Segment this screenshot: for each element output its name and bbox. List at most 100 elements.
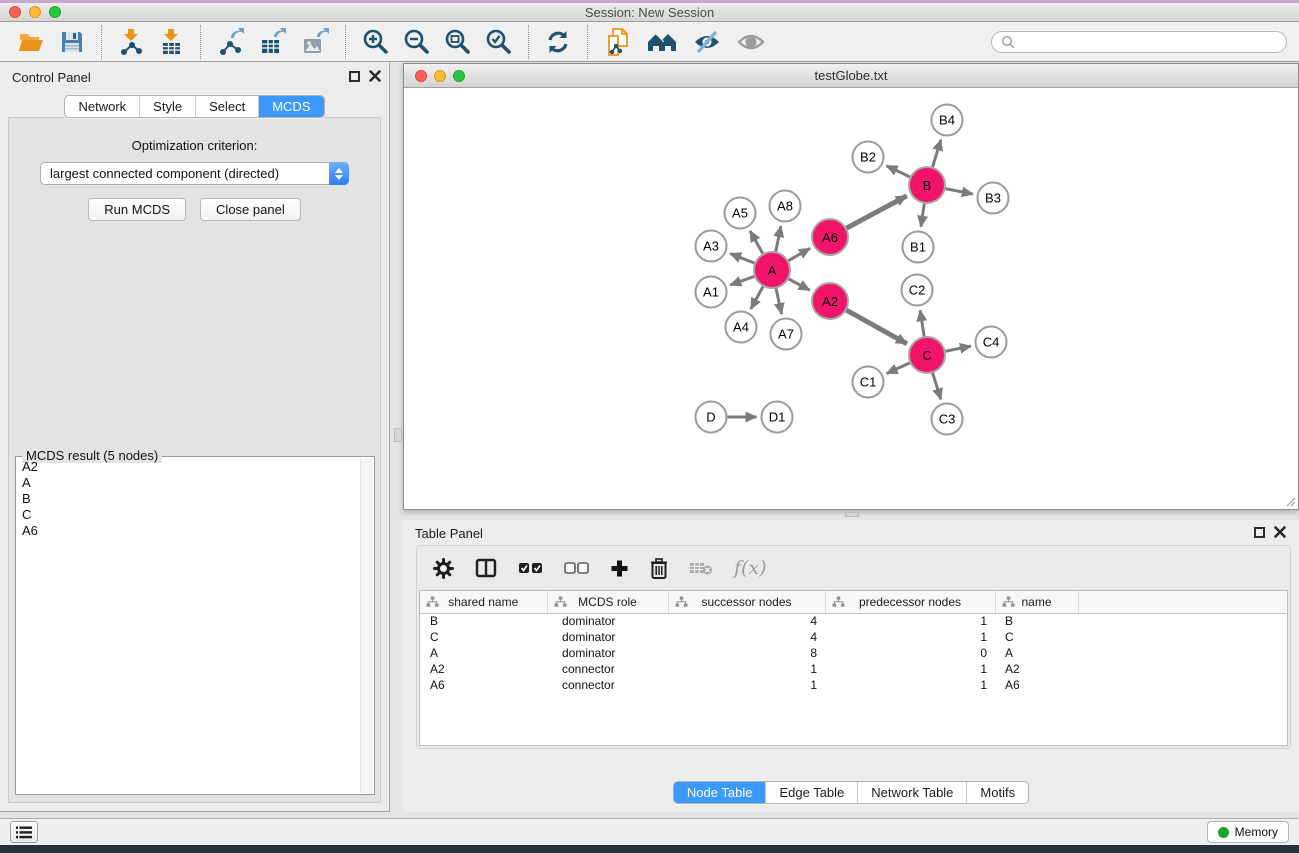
table-cell[interactable]: 1 — [825, 629, 995, 645]
zoom-fit-button[interactable] — [444, 26, 471, 58]
zoom-out-button[interactable] — [403, 26, 430, 58]
open-session-button[interactable] — [17, 26, 45, 58]
graph-node-A4[interactable]: A4 — [725, 311, 758, 344]
graph-node-A1[interactable]: A1 — [695, 276, 728, 309]
table-cell[interactable]: dominator — [547, 645, 668, 661]
tab-style[interactable]: Style — [139, 96, 195, 117]
splitter-handle[interactable] — [394, 428, 402, 442]
panel-list-button[interactable] — [10, 821, 38, 843]
graph-node-C4[interactable]: C4 — [975, 326, 1008, 359]
search-box[interactable] — [991, 31, 1287, 53]
mcds-result-item[interactable]: B — [17, 491, 359, 507]
table-cell[interactable]: A — [995, 645, 1078, 661]
select-all-button[interactable] — [518, 555, 543, 581]
search-input[interactable] — [1015, 34, 1277, 49]
memory-button[interactable]: Memory — [1207, 821, 1289, 843]
table-cell[interactable]: A6 — [995, 677, 1078, 693]
close-mcds-panel-button[interactable]: Close panel — [200, 198, 301, 221]
table-cell[interactable]: connector — [547, 661, 668, 677]
table-cell[interactable]: B — [995, 613, 1078, 629]
close-panel-icon[interactable] — [369, 70, 381, 82]
float-panel-icon[interactable] — [1254, 527, 1265, 538]
tab-network[interactable]: Network — [65, 96, 139, 117]
table-cell[interactable]: 1 — [825, 677, 995, 693]
table-cell[interactable]: 1 — [825, 613, 995, 629]
graph-node-A7[interactable]: A7 — [770, 318, 803, 351]
function-builder-button[interactable]: f(x) — [734, 555, 767, 581]
zoom-in-button[interactable] — [362, 26, 389, 58]
table-row[interactable]: Adominator80A — [420, 645, 1287, 661]
tab-node-table[interactable]: Node Table — [674, 782, 766, 803]
column-header-shared-name[interactable]: shared name — [420, 591, 547, 613]
mcds-result-item[interactable]: A — [17, 475, 359, 491]
table-cell[interactable]: 4 — [668, 629, 825, 645]
table-cell[interactable]: C — [995, 629, 1078, 645]
graph-node-D[interactable]: D — [695, 401, 728, 434]
column-header-predecessor-nodes[interactable]: predecessor nodes — [825, 591, 995, 613]
graph-node-B1[interactable]: B1 — [902, 231, 935, 264]
criterion-select[interactable]: largest connected component (directed) — [40, 162, 349, 185]
copy-network-button[interactable] — [604, 26, 632, 58]
table-settings-button[interactable] — [433, 555, 454, 581]
network-window-titlebar[interactable]: testGlobe.txt — [404, 64, 1298, 88]
table-cell[interactable]: 1 — [668, 661, 825, 677]
tab-select[interactable]: Select — [195, 96, 258, 117]
mcds-result-item[interactable]: A6 — [17, 523, 359, 539]
table-row[interactable]: A2connector11A2 — [420, 661, 1287, 677]
column-header-MCDS-role[interactable]: MCDS role — [547, 591, 668, 613]
graph-node-C2[interactable]: C2 — [901, 274, 934, 307]
table-cell[interactable]: A6 — [420, 677, 547, 693]
graph-node-C[interactable]: C — [908, 336, 946, 374]
node-table-container[interactable]: shared nameMCDS rolesuccessor nodesprede… — [419, 590, 1288, 746]
export-network-button[interactable] — [217, 26, 245, 58]
graph-node-B[interactable]: B — [908, 166, 946, 204]
export-image-button[interactable] — [301, 26, 329, 58]
graph-node-A6[interactable]: A6 — [811, 218, 849, 256]
tab-mcds[interactable]: MCDS — [258, 96, 323, 117]
table-row[interactable]: Cdominator41C — [420, 629, 1287, 645]
graph-node-C1[interactable]: C1 — [852, 366, 885, 399]
table-cell[interactable]: 0 — [825, 645, 995, 661]
delete-table-button[interactable] — [689, 555, 713, 581]
table-cell[interactable]: C — [420, 629, 547, 645]
graph-node-A2[interactable]: A2 — [811, 282, 849, 320]
splitter-handle[interactable] — [845, 512, 859, 517]
graph-node-A[interactable]: A — [753, 251, 791, 289]
column-header-successor-nodes[interactable]: successor nodes — [668, 591, 825, 613]
graph-node-B4[interactable]: B4 — [931, 104, 964, 137]
table-cell[interactable]: 4 — [668, 613, 825, 629]
run-mcds-button[interactable]: Run MCDS — [88, 198, 186, 221]
column-header-name[interactable]: name — [995, 591, 1078, 613]
apply-layout-button[interactable] — [545, 26, 571, 58]
table-cell[interactable]: B — [420, 613, 547, 629]
graph-node-A8[interactable]: A8 — [769, 190, 802, 223]
graph-node-C3[interactable]: C3 — [931, 403, 964, 436]
tab-network-table[interactable]: Network Table — [857, 782, 966, 803]
add-row-button[interactable] — [610, 555, 629, 581]
home-view-button[interactable] — [646, 26, 678, 58]
graph-node-A3[interactable]: A3 — [695, 230, 728, 263]
hide-panels-button[interactable] — [692, 26, 722, 58]
table-cell[interactable]: dominator — [547, 629, 668, 645]
graph-node-A5[interactable]: A5 — [724, 197, 757, 230]
table-cell[interactable]: dominator — [547, 613, 668, 629]
export-table-button[interactable] — [259, 26, 287, 58]
show-panels-button[interactable] — [736, 26, 766, 58]
close-panel-icon[interactable] — [1274, 526, 1286, 538]
table-cell[interactable]: 8 — [668, 645, 825, 661]
tab-motifs[interactable]: Motifs — [966, 782, 1028, 803]
graph-node-D1[interactable]: D1 — [761, 401, 794, 434]
import-network-button[interactable] — [118, 26, 144, 58]
network-canvas[interactable]: AA1A3A5A8A6A2A4A7BB1B2B3B4CC1C2C3C4DD1 — [404, 88, 1298, 509]
deselect-all-button[interactable] — [564, 555, 589, 581]
table-cell[interactable]: A2 — [995, 661, 1078, 677]
table-row[interactable]: Bdominator41B — [420, 613, 1287, 629]
float-panel-icon[interactable] — [349, 71, 360, 82]
table-cell[interactable]: A2 — [420, 661, 547, 677]
result-scrollbar[interactable] — [360, 458, 373, 793]
graph-node-B2[interactable]: B2 — [852, 141, 885, 174]
mcds-result-item[interactable]: A2 — [17, 459, 359, 475]
tab-edge-table[interactable]: Edge Table — [765, 782, 857, 803]
delete-row-button[interactable] — [650, 555, 668, 581]
save-session-button[interactable] — [59, 26, 85, 58]
